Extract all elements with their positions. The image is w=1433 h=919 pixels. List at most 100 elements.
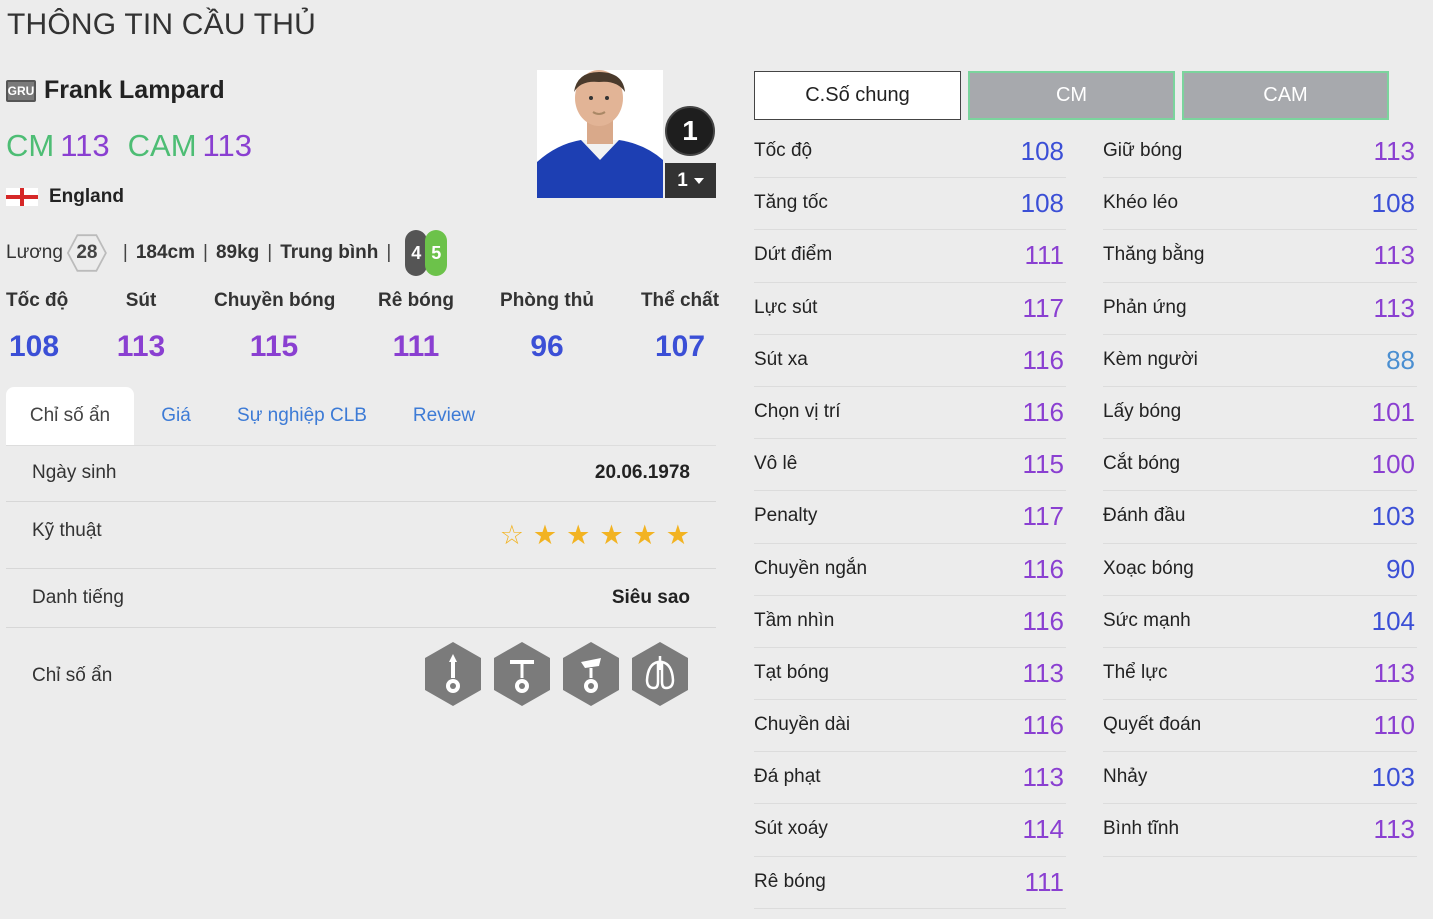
stamina-lungs-icon[interactable] [632,642,688,706]
attribute-name: Chọn vị trí [754,400,841,422]
player-name: Frank Lampard [44,76,225,104]
attribute-value: 90 [1386,553,1415,584]
attribute-name: Lực sút [754,296,818,318]
hidden-traits-label: Chỉ số ẩn [32,665,113,686]
star-icon: ★ [566,520,591,550]
tab-price[interactable]: Giá [146,387,206,445]
tab-review[interactable]: Review [404,387,484,445]
attribute-value: 113 [1373,292,1415,323]
player-info-row: Lương 28 | 184cm | 89kg | Trung bình | 4… [6,230,448,276]
weight: 89kg [215,242,260,263]
main-stat-label: Rê bóng [378,290,454,311]
tab-position-cam[interactable]: CAM [1182,71,1389,120]
divider: | [122,242,128,263]
attribute-value: 111 [1024,866,1064,897]
tab-hidden-stats[interactable]: Chỉ số ẩn [6,387,134,445]
attribute-value: 113 [1373,657,1415,688]
main-stat-value: 107 [654,330,706,363]
player-photo [537,70,663,198]
attribute-value: 108 [1371,188,1415,219]
attribute-name: Quyết đoán [1103,714,1202,736]
attribute-name: Tầm nhìn [754,609,835,631]
position-rating: CAM 113 [128,128,252,164]
attribute-value: 114 [1022,814,1064,845]
long-shot-taker-icon[interactable] [425,642,481,706]
attribute-name: Dứt điểm [754,244,833,266]
attribute-row: Khéo léo 108 [1103,178,1417,231]
england-flag-icon [6,188,38,206]
star-icon: ★ [665,520,690,550]
main-stat-label: Chuyền bóng [214,290,336,311]
attribute-name: Kèm người [1103,348,1198,370]
attribute-value: 116 [1022,710,1064,741]
attribute-row: Xoạc bóng 90 [1103,544,1417,596]
attribute-row: Penalty 117 [754,491,1066,544]
stat-view-tabs: C.Số chung CM CAM [754,71,1389,120]
tab-general-stats[interactable]: C.Số chung [754,71,961,120]
attribute-name: Sút xa [754,348,808,370]
info-tabs: Chỉ số ẩn Giá Sự nghiệp CLB Review [6,387,716,446]
tab-club-career[interactable]: Sự nghiệp CLB [232,387,372,445]
attribute-row: Thể lực 113 [1103,648,1417,701]
upgrade-level-dropdown[interactable]: 1 [665,163,716,198]
position-name: CM [6,128,55,163]
attribute-name: Sút xoáy [754,818,828,840]
star-outline-icon: ☆ [499,520,524,550]
attribute-value: 113 [1373,240,1415,271]
playmaker-icon[interactable] [563,642,619,706]
attribute-row: Cắt bóng 100 [1103,439,1417,492]
attribute-row: Bình tĩnh 113 [1103,804,1417,857]
divider: | [203,242,208,263]
skill-label: Kỹ thuật [32,520,102,541]
attribute-name: Tốc độ [754,140,813,161]
main-stat: Tốc độ 108 [6,290,68,364]
info-row-skill: Kỹ thuật ☆ ★ ★ ★ ★ ★ [6,502,716,569]
chevron-down-icon [693,177,704,184]
tab-position-cm[interactable]: CM [968,71,1175,120]
attribute-value: 116 [1022,553,1064,584]
attribute-row: Đá phạt 113 [754,752,1066,805]
attribute-row: Sút xa 116 [754,335,1066,387]
birth-label: Ngày sinh [32,462,117,483]
attribute-row: Tăng tốc 108 [754,178,1066,231]
main-stat-value: 113 [116,330,166,363]
attribute-row: Lấy bóng 101 [1103,387,1417,440]
season-badge-icon: GRU [6,79,36,102]
attributes-left-column: Tốc độ 108 Tăng tốc 108 Dứt điểm 111 Lực sút 11… [754,126,1066,909]
main-stat-value: 108 [8,330,60,363]
attribute-row: Tầm nhìn 116 [754,596,1066,648]
divider: | [267,242,273,263]
attribute-name: Rê bóng [754,870,826,892]
info-row-reputation: Danh tiếng Siêu sao [6,569,716,628]
attribute-value: 113 [1022,657,1064,688]
position-ovr: 113 [60,128,110,163]
attribute-row: Tốc độ 108 [754,126,1066,179]
main-stat-value: 115 [249,330,299,363]
position-rating: CM 113 [6,128,110,164]
attribute-name: Tăng tốc [754,192,828,214]
attribute-name: Chuyền ngắn [754,557,868,579]
attribute-row: Sút xoáy 114 [754,804,1066,857]
star-icon: ★ [532,520,558,550]
attribute-name: Lấy bóng [1103,400,1182,422]
attribute-row: Dứt điểm 111 [754,230,1066,283]
salary-value: 28 [76,242,98,263]
attribute-value: 101 [1371,396,1415,427]
salary-hex-icon: 28 [66,234,107,272]
main-stat: Sút 113 [113,290,169,364]
attribute-value: 117 [1022,501,1064,532]
attribute-name: Chuyền dài [754,714,851,736]
finesse-shot-icon[interactable] [494,642,550,706]
attribute-name: Xoạc bóng [1103,557,1194,579]
attribute-row: Quyết đoán 110 [1103,700,1417,753]
attribute-name: Cắt bóng [1103,453,1181,475]
divider: | [386,242,392,263]
upgrade-level-value: 1 [677,169,688,191]
attribute-row: Lực sút 117 [754,283,1066,335]
attribute-value: 113 [1373,814,1415,845]
attribute-name: Khéo léo [1103,192,1179,214]
attribute-value: 116 [1022,396,1064,427]
attribute-value: 108 [1020,188,1064,219]
info-row-birth: Ngày sinh 20.06.1978 [6,445,716,502]
attribute-row: Nhảy 103 [1103,752,1417,805]
